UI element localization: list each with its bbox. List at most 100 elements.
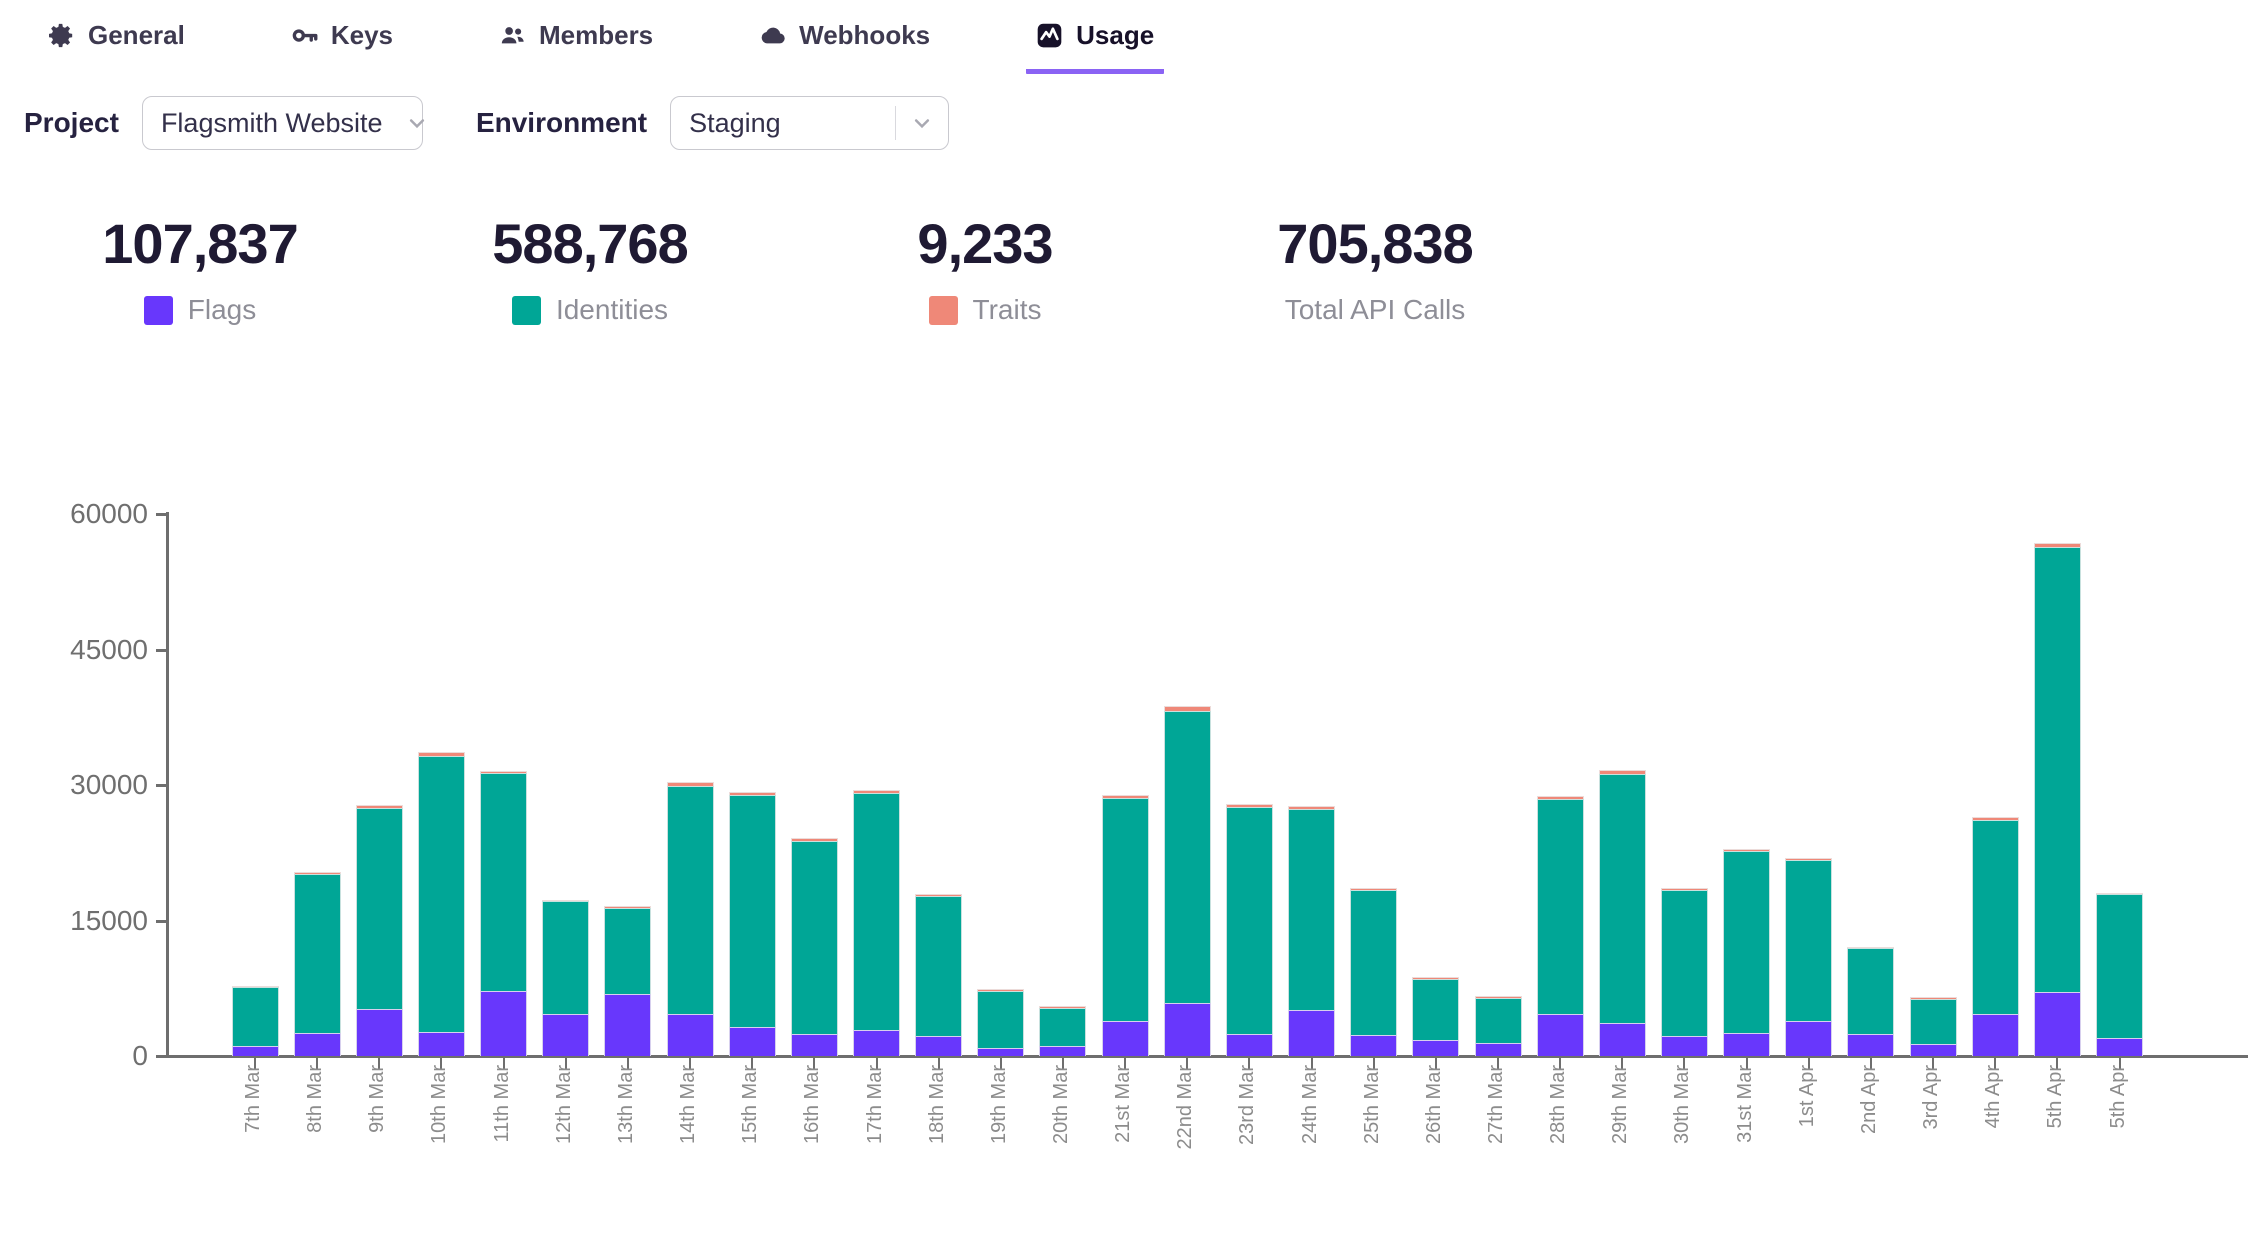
x-tick	[1062, 1058, 1064, 1069]
flags-segment	[232, 1046, 279, 1056]
settings-tabs: General Keys Members Webhooks Usage	[38, 12, 1164, 74]
identities-segment	[667, 786, 714, 1014]
project-select[interactable]: Flagsmith Website	[142, 96, 423, 150]
bar-25th-mar	[1350, 888, 1397, 1056]
stat-value: 588,768	[440, 212, 740, 276]
x-tick-label: 1st Apr	[1796, 1065, 1818, 1225]
identities-segment	[1723, 851, 1770, 1032]
x-axis-line	[166, 1055, 2248, 1058]
environment-select[interactable]: Staging	[670, 96, 949, 150]
bar-15th-mar	[729, 792, 776, 1056]
identities-segment	[356, 808, 403, 1009]
x-tick	[1621, 1058, 1623, 1069]
identities-segment	[1164, 711, 1211, 1003]
environment-select-value: Staging	[671, 108, 895, 139]
x-tick	[1932, 1058, 1934, 1069]
stat-value: 9,233	[835, 212, 1135, 276]
x-tick	[1373, 1058, 1375, 1069]
traits-segment	[853, 790, 900, 793]
x-tick	[503, 1058, 505, 1069]
traits-segment	[1910, 997, 1957, 998]
x-tick-label: 4th Apr	[1982, 1065, 2004, 1225]
identities-segment	[853, 793, 900, 1030]
identities-segment	[542, 901, 589, 1013]
flags-segment	[1164, 1003, 1211, 1056]
identities-segment	[915, 896, 962, 1036]
bar-12th-mar	[542, 900, 589, 1056]
flags-segment	[1661, 1036, 1708, 1056]
y-tick-label: 60000	[38, 499, 148, 529]
flags-segment	[1785, 1021, 1832, 1056]
y-tick	[156, 513, 167, 516]
flags-segment	[1475, 1043, 1522, 1056]
bar-28th-mar	[1537, 796, 1584, 1056]
bar-17th-mar	[853, 790, 900, 1056]
flags-segment	[480, 991, 527, 1056]
x-tick	[1124, 1058, 1126, 1069]
tab-keys[interactable]: Keys	[281, 12, 403, 69]
identities-segment	[1910, 999, 1957, 1045]
flags-segment	[1350, 1035, 1397, 1056]
flags-segment	[1039, 1046, 1086, 1056]
identities-segment	[1288, 809, 1335, 1010]
bar-19th-mar	[977, 989, 1024, 1056]
bar-21st-mar	[1102, 795, 1149, 1056]
bar-27th-mar	[1475, 996, 1522, 1056]
flags-segment	[2034, 992, 2081, 1056]
flags-segment	[791, 1034, 838, 1056]
identities-segment	[2034, 547, 2081, 991]
bar-1st-apr	[1785, 858, 1832, 1056]
x-tick-label: 22nd Mar	[1174, 1065, 1196, 1225]
x-tick	[316, 1058, 318, 1069]
y-tick	[156, 784, 167, 787]
traits-segment	[1785, 858, 1832, 860]
tab-general[interactable]: General	[38, 12, 195, 69]
flags-segment	[1910, 1044, 1957, 1056]
chevron-down-icon	[896, 113, 948, 133]
tab-label: Webhooks	[799, 20, 930, 51]
bar-4th-apr	[1972, 817, 2019, 1056]
traits-segment	[2096, 893, 2143, 895]
x-tick-label: 17th Mar	[864, 1065, 886, 1225]
identities-segment	[791, 841, 838, 1034]
tab-usage[interactable]: Usage	[1026, 12, 1164, 74]
x-tick	[1683, 1058, 1685, 1069]
flags-segment	[1599, 1023, 1646, 1056]
x-tick-label: 13th Mar	[615, 1065, 637, 1225]
identities-segment	[1537, 799, 1584, 1014]
traits-segment	[542, 900, 589, 902]
x-tick-label: 5th Apr	[2107, 1065, 2129, 1225]
bar-18th-mar	[915, 894, 962, 1056]
y-tick-label: 45000	[38, 635, 148, 665]
flags-segment	[915, 1036, 962, 1056]
key-icon	[291, 22, 318, 49]
stat-label: Traits	[973, 294, 1042, 326]
stat-flags: 107,837 Flags	[50, 212, 350, 326]
flags-segment	[853, 1030, 900, 1056]
bar-20th-mar	[1039, 1006, 1086, 1056]
x-tick	[565, 1058, 567, 1069]
bar-14th-mar	[667, 782, 714, 1056]
y-tick-label: 30000	[38, 770, 148, 800]
x-tick	[440, 1058, 442, 1069]
x-tick	[938, 1058, 940, 1069]
x-tick	[1000, 1058, 1002, 1069]
identities-segment	[294, 874, 341, 1033]
tab-members[interactable]: Members	[489, 12, 663, 69]
x-tick	[689, 1058, 691, 1069]
bar-5th-apr	[2096, 892, 2143, 1056]
identities-segment	[418, 756, 465, 1032]
flags-segment	[1847, 1034, 1894, 1056]
traits-segment	[480, 771, 527, 774]
x-tick-label: 9th Mar	[366, 1065, 388, 1225]
flags-segment	[977, 1048, 1024, 1056]
flags-segment	[1288, 1010, 1335, 1056]
x-tick-label: 27th Mar	[1485, 1065, 1507, 1225]
identities-segment	[1412, 979, 1459, 1040]
tab-webhooks[interactable]: Webhooks	[749, 12, 940, 69]
x-tick	[1746, 1058, 1748, 1069]
traits-segment	[791, 838, 838, 841]
traits-segment	[1350, 888, 1397, 890]
bar-29th-mar	[1599, 770, 1646, 1056]
stat-identities: 588,768 Identities	[440, 212, 740, 326]
